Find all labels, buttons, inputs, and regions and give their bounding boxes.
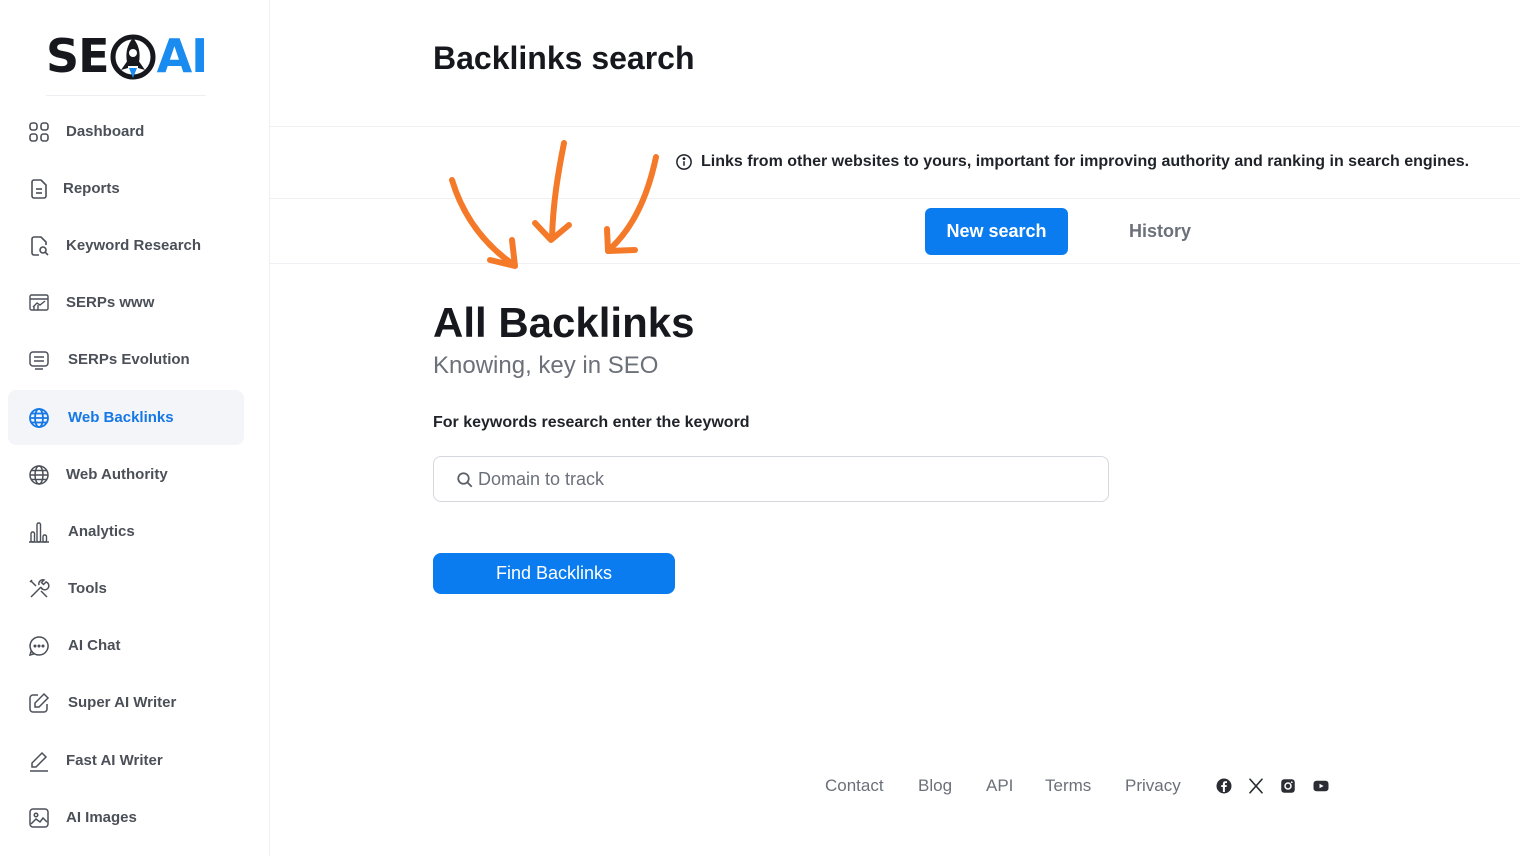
- sidebar-item-web-backlinks[interactable]: Web Backlinks: [8, 390, 244, 445]
- sidebar-item-ai-images[interactable]: AI Images: [8, 790, 244, 845]
- sidebar-item-label: Dashboard: [66, 123, 145, 140]
- document-icon: [27, 177, 51, 201]
- globe-icon: [27, 406, 51, 430]
- sidebar-item-web-authority[interactable]: Web Authority: [8, 447, 244, 502]
- section-title: All Backlinks: [433, 299, 695, 346]
- info-icon: [676, 154, 692, 170]
- bar-chart-icon: [27, 520, 51, 544]
- rocket-logo-icon: [110, 30, 156, 82]
- sidebar-item-ai-chat[interactable]: AI Chat: [8, 618, 244, 673]
- facebook-icon[interactable]: [1215, 777, 1233, 795]
- monitor-icon: [27, 348, 51, 372]
- tab-history[interactable]: History: [1110, 208, 1210, 255]
- image-icon: [27, 806, 51, 830]
- browser-chart-icon: [27, 291, 51, 315]
- search-icon: [457, 472, 473, 488]
- logo-divider: [46, 95, 206, 96]
- sidebar-item-label: AI Images: [66, 809, 137, 826]
- sidebar-item-label: Web Backlinks: [68, 409, 174, 426]
- logo-text-right: AI: [156, 29, 209, 83]
- info-text: Links from other websites to yours, impo…: [701, 153, 1470, 170]
- sidebar-item-reports[interactable]: Reports: [8, 161, 244, 216]
- x-icon[interactable]: [1247, 777, 1265, 795]
- youtube-icon[interactable]: [1312, 777, 1330, 795]
- globe-icon: [27, 463, 51, 487]
- chat-bubble-icon: [27, 634, 51, 658]
- edit-icon: [27, 691, 51, 715]
- sidebar-item-tools[interactable]: Tools: [8, 561, 244, 616]
- tools-icon: [27, 577, 51, 601]
- sidebar-item-label: SERPs www: [66, 294, 155, 311]
- tab-new-search[interactable]: New search: [925, 208, 1068, 255]
- sidebar-item-label: Web Authority: [66, 466, 168, 483]
- sidebar-item-label: AI Chat: [68, 637, 121, 654]
- sidebar-item-label: Analytics: [68, 523, 135, 540]
- sidebar-item-super-ai-writer[interactable]: Super AI Writer: [8, 675, 244, 730]
- sidebar-item-label: Keyword Research: [66, 237, 202, 254]
- sidebar-item-label: Tools: [68, 580, 107, 597]
- section-subtitle: Knowing, key in SEO: [433, 352, 659, 379]
- annotation-arrows: [449, 140, 659, 269]
- footer-link-privacy[interactable]: Privacy: [1125, 776, 1181, 796]
- header-divider: [270, 126, 1520, 127]
- grid-icon: [27, 120, 51, 144]
- sidebar-item-fast-ai-writer[interactable]: Fast AI Writer: [8, 733, 244, 788]
- page-title: Backlinks search: [433, 40, 695, 76]
- logo[interactable]: SE AI: [46, 28, 209, 84]
- footer-link-contact[interactable]: Contact: [825, 776, 884, 796]
- footer-link-api[interactable]: API: [986, 776, 1013, 796]
- instagram-icon[interactable]: [1279, 777, 1297, 795]
- sidebar-item-dashboard[interactable]: Dashboard: [8, 104, 244, 159]
- sidebar-item-keyword-research[interactable]: Keyword Research: [8, 218, 244, 273]
- footer-link-terms[interactable]: Terms: [1045, 776, 1091, 796]
- pen-icon: [27, 749, 51, 773]
- sidebar-item-analytics[interactable]: Analytics: [8, 504, 244, 559]
- search-field-label: For keywords research enter the keyword: [433, 414, 750, 431]
- sidebar: SE AI Dashboard Reports Keyword Research…: [0, 0, 270, 856]
- sidebar-item-serps-www[interactable]: SERPs www: [8, 275, 244, 330]
- sidebar-item-label: Reports: [63, 180, 120, 197]
- logo-text-left: SE: [46, 29, 110, 83]
- footer-link-blog[interactable]: Blog: [918, 776, 952, 796]
- sidebar-item-label: SERPs Evolution: [68, 351, 190, 368]
- find-backlinks-button[interactable]: Find Backlinks: [433, 553, 675, 594]
- file-search-icon: [27, 234, 51, 258]
- sidebar-item-label: Fast AI Writer: [66, 752, 163, 769]
- info-banner: Links from other websites to yours, impo…: [675, 153, 1469, 171]
- sidebar-item-serps-evolution[interactable]: SERPs Evolution: [8, 332, 244, 387]
- search-box[interactable]: [433, 456, 1109, 502]
- sidebar-item-label: Super AI Writer: [68, 694, 177, 711]
- domain-search-input[interactable]: [478, 457, 1098, 501]
